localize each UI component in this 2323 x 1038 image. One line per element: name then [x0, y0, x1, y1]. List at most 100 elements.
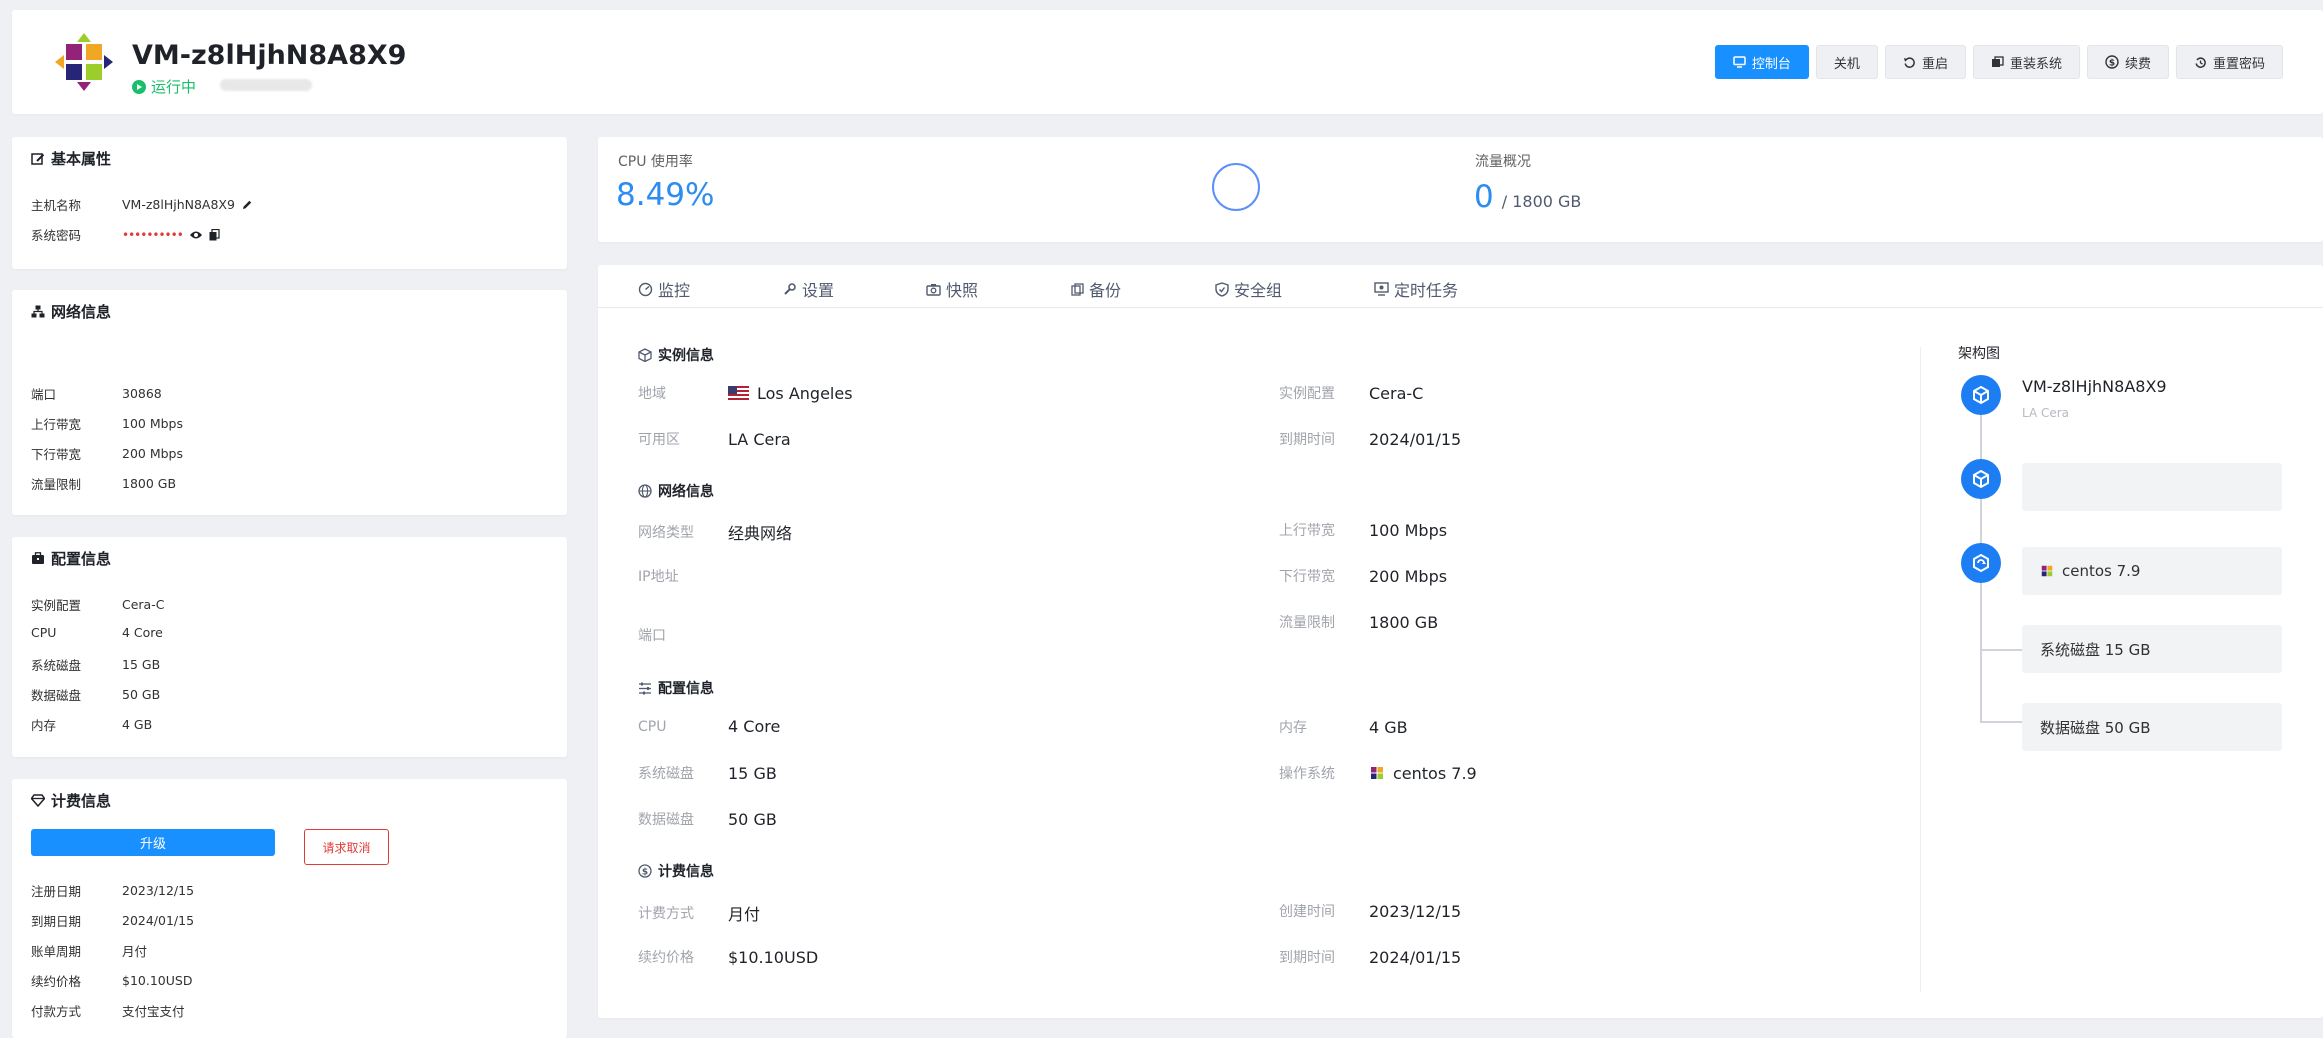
architecture-title: 架构图 — [1958, 346, 2000, 362]
detail-memory-label: 内存 — [1279, 720, 1307, 736]
network-info-card: 网络信息 端口 30868 上行带宽 100 Mbps 下行带宽 200 Mbps 流… — [12, 290, 567, 515]
config-info-card: 配置信息 实例配置 Cera-C CPU 4 Core 系统磁盘 15 GB 数据磁盘… — [12, 537, 567, 757]
memory-value: 4 GB — [122, 717, 153, 732]
register-date-value: 2023/12/15 — [122, 883, 195, 898]
shield-icon — [1215, 281, 1229, 297]
shutdown-button[interactable]: 关机 — [1815, 45, 1878, 79]
arch-sysdisk-box: 系统磁盘 15 GB — [2022, 625, 2282, 673]
payment-method-value: 支付宝支付 — [122, 1004, 185, 1019]
os-label: 操作系统 — [1279, 766, 1335, 782]
hostname-label: 主机名称 — [31, 198, 82, 213]
password-label: 系统密码 — [31, 228, 82, 243]
cube-icon — [638, 348, 652, 362]
data-disk-value: 50 GB — [122, 687, 161, 702]
network-icon — [31, 305, 45, 318]
traffic-overview-label: 流量概况 — [1475, 154, 1531, 170]
arch-sysdisk-label: 系统磁盘 15 GB — [2040, 640, 2151, 659]
network-info-title: 网络信息 — [31, 301, 111, 322]
tab-monitor[interactable]: 监控 — [638, 277, 690, 301]
detail-traffic-label: 流量限制 — [1279, 615, 1335, 631]
instance-header: VM-z8lHjhN8A8X9 运行中 控制台 关机 重启 重装系统 $ 续费 … — [12, 10, 2323, 114]
config-info-heading: 配置信息 — [638, 678, 714, 698]
detail-upload-value: 100 Mbps — [1369, 520, 1448, 540]
detail-price-label: 续约价格 — [638, 950, 694, 966]
action-toolbar: 控制台 关机 重启 重装系统 $ 续费 重置密码 — [1714, 45, 2283, 79]
zone-label: 可用区 — [638, 432, 680, 448]
tab-snapshot[interactable]: 快照 — [926, 277, 978, 301]
port-label: 端口 — [31, 387, 57, 402]
reinstall-button[interactable]: 重装系统 — [1972, 45, 2080, 79]
billing-info-card: 计费信息 升级 请求取消 注册日期 2023/12/15 到期日期 2024/01/… — [12, 779, 567, 1038]
region-value: Los Angeles — [757, 383, 853, 403]
system-disk-label: 系统磁盘 — [31, 658, 82, 673]
tab-security-group[interactable]: 安全组 — [1215, 277, 1282, 301]
basic-info-card: 基本属性 主机名称 VM-z8lHjhN8A8X9 系统密码 •••••••••… — [12, 137, 567, 269]
edit-square-icon — [31, 152, 45, 166]
download-bandwidth-label: 下行带宽 — [31, 447, 82, 462]
arch-os-box: centos 7.9 — [2022, 547, 2282, 595]
request-cancel-button[interactable]: 请求取消 — [304, 829, 389, 865]
console-button[interactable]: 控制台 — [1714, 45, 1809, 79]
os-node-icon — [1961, 543, 2001, 583]
vm-name: VM-z8lHjhN8A8X9 — [132, 40, 407, 71]
pencil-icon[interactable] — [241, 199, 253, 211]
expire-date-value: 2024/01/15 — [122, 913, 195, 928]
tab-settings[interactable]: 设置 — [783, 277, 834, 301]
detail-upload-label: 上行带宽 — [1279, 523, 1335, 539]
upload-bandwidth-value: 100 Mbps — [122, 416, 183, 431]
billing-info-heading: $ 计费信息 — [638, 861, 714, 881]
arch-datadisk-box: 数据磁盘 50 GB — [2022, 703, 2282, 751]
reset-password-button[interactable]: 重置密码 — [2175, 45, 2283, 79]
column-divider — [1920, 347, 1921, 992]
network-type-value: 经典网络 — [728, 524, 793, 543]
reset-icon — [2194, 56, 2207, 69]
created-time-label: 创建时间 — [1279, 904, 1335, 920]
network-type-label: 网络类型 — [638, 525, 694, 541]
centos-icon — [2040, 564, 2054, 578]
wrench-icon — [783, 282, 797, 296]
centos-logo-icon — [54, 32, 114, 92]
created-time-value: 2023/12/15 — [1369, 901, 1462, 921]
detail-memory-value: 4 GB — [1369, 717, 1408, 737]
port-value: 30868 — [122, 386, 162, 401]
instance-plan-label: 实例配置 — [1279, 386, 1335, 402]
cpu-label: CPU — [31, 625, 57, 640]
status-text: 运行中 — [151, 78, 197, 96]
restart-button[interactable]: 重启 — [1884, 45, 1966, 79]
billing-method-value: 月付 — [728, 905, 761, 924]
network-info-heading: 网络信息 — [638, 481, 714, 501]
detail-expire-value: 2024/01/15 — [1369, 947, 1462, 967]
billing-cycle-value: 月付 — [122, 944, 148, 959]
schedule-icon — [1374, 282, 1389, 296]
data-disk-label: 数据磁盘 — [31, 688, 82, 703]
renew-button[interactable]: $ 续费 — [2086, 45, 2169, 79]
detail-price-value: $10.10USD — [728, 947, 819, 967]
tab-scheduled-tasks[interactable]: 定时任务 — [1374, 277, 1458, 301]
gauge-icon — [638, 282, 653, 297]
password-mask: •••••••••• — [122, 227, 184, 242]
copy-icon[interactable] — [209, 228, 220, 241]
download-bandwidth-value: 200 Mbps — [122, 446, 183, 461]
cpu-gauge — [1212, 163, 1260, 211]
detail-cpu-label: CPU — [638, 718, 667, 735]
eye-icon[interactable] — [189, 230, 203, 240]
upgrade-button[interactable]: 升级 — [31, 829, 275, 856]
traffic-limit-value: 1800 GB — [122, 476, 177, 491]
detail-datadisk-label: 数据磁盘 — [638, 812, 694, 828]
tab-backup[interactable]: 备份 — [1071, 277, 1121, 301]
os-value: centos 7.9 — [1393, 763, 1477, 783]
vm-node-icon — [1961, 375, 2001, 415]
arch-datadisk-label: 数据磁盘 50 GB — [2040, 718, 2151, 737]
restart-icon — [1903, 56, 1916, 69]
dollar-icon: $ — [2105, 55, 2119, 69]
config-info-title: 配置信息 — [31, 548, 111, 569]
tree-branch — [1980, 721, 2022, 723]
redacted-ip — [220, 79, 312, 91]
hostname-value: VM-z8lHjhN8A8X9 — [122, 197, 235, 212]
plan-value: Cera-C — [122, 597, 165, 612]
traffic-total-value: / 1800 GB — [1501, 192, 1582, 211]
detail-download-value: 200 Mbps — [1369, 566, 1448, 586]
upload-bandwidth-label: 上行带宽 — [31, 417, 82, 432]
tree-branch — [1980, 649, 2022, 651]
basic-info-title: 基本属性 — [31, 148, 111, 169]
